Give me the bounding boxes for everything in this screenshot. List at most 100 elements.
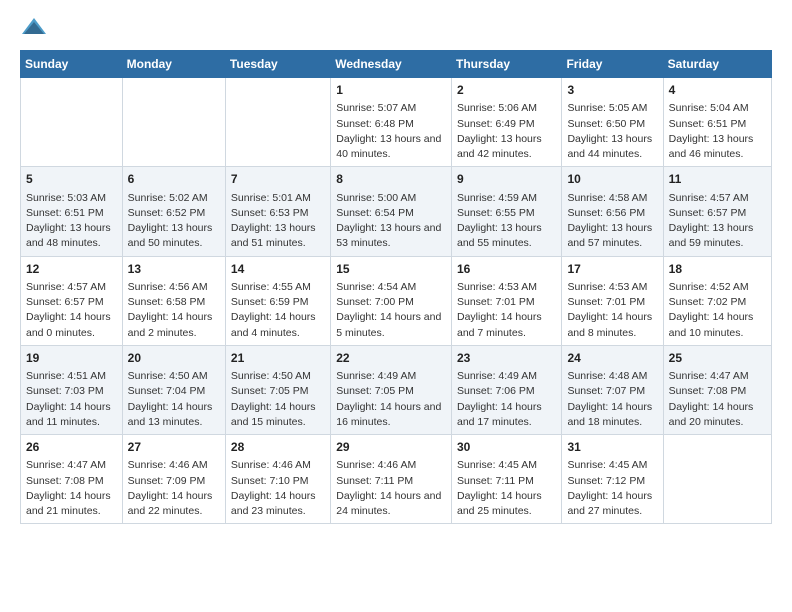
day-number: 15 [336, 261, 446, 278]
calendar-cell: 14 Sunrise: 4:55 AM Sunset: 6:59 PM Dayli… [225, 256, 330, 345]
week-row-1: 1 Sunrise: 5:07 AM Sunset: 6:48 PM Daylig… [21, 78, 772, 167]
header-friday: Friday [562, 51, 663, 78]
day-content: Sunrise: 4:59 AM Sunset: 6:55 PM Dayligh… [457, 191, 556, 252]
calendar-cell [21, 78, 123, 167]
day-number: 26 [26, 439, 117, 456]
day-content: Sunrise: 4:50 AM Sunset: 7:05 PM Dayligh… [231, 369, 325, 430]
header-monday: Monday [122, 51, 225, 78]
day-number: 29 [336, 439, 446, 456]
day-content: Sunrise: 4:57 AM Sunset: 6:57 PM Dayligh… [26, 280, 117, 341]
logo [20, 16, 50, 38]
calendar-cell: 4 Sunrise: 5:04 AM Sunset: 6:51 PM Daylig… [663, 78, 771, 167]
day-content: Sunrise: 5:04 AM Sunset: 6:51 PM Dayligh… [669, 101, 766, 162]
day-number: 16 [457, 261, 556, 278]
day-number: 11 [669, 171, 766, 188]
calendar-cell: 11Sunrise: 4:57 AM Sunset: 6:57 PM Dayli… [663, 167, 771, 256]
calendar-cell: 17 Sunrise: 4:53 AM Sunset: 7:01 PM Dayli… [562, 256, 663, 345]
day-content: Sunrise: 4:48 AM Sunset: 7:07 PM Dayligh… [567, 369, 657, 430]
header-thursday: Thursday [451, 51, 561, 78]
day-number: 14 [231, 261, 325, 278]
day-content: Sunrise: 4:51 AM Sunset: 7:03 PM Dayligh… [26, 369, 117, 430]
day-number: 25 [669, 350, 766, 367]
calendar-cell: 23Sunrise: 4:49 AM Sunset: 7:06 PM Dayli… [451, 345, 561, 434]
day-content: Sunrise: 5:06 AM Sunset: 6:49 PM Dayligh… [457, 101, 556, 162]
calendar-cell: 28 Sunrise: 4:46 AM Sunset: 7:10 PM Dayli… [225, 435, 330, 524]
day-number: 6 [128, 171, 220, 188]
calendar-cell: 31 Sunrise: 4:45 AM Sunset: 7:12 PM Dayli… [562, 435, 663, 524]
day-number: 4 [669, 82, 766, 99]
day-number: 30 [457, 439, 556, 456]
calendar-cell: 19 Sunrise: 4:51 AM Sunset: 7:03 PM Dayli… [21, 345, 123, 434]
calendar-cell: 5 Sunrise: 5:03 AM Sunset: 6:51 PM Daylig… [21, 167, 123, 256]
day-content: Sunrise: 4:45 AM Sunset: 7:11 PM Dayligh… [457, 458, 556, 519]
day-number: 9 [457, 171, 556, 188]
calendar-cell: 6 Sunrise: 5:02 AM Sunset: 6:52 PM Daylig… [122, 167, 225, 256]
calendar-cell: 15 Sunrise: 4:54 AM Sunset: 7:00 PM Dayli… [331, 256, 452, 345]
day-number: 13 [128, 261, 220, 278]
day-number: 28 [231, 439, 325, 456]
calendar-cell: 29 Sunrise: 4:46 AM Sunset: 7:11 PM Dayli… [331, 435, 452, 524]
day-content: Sunrise: 4:52 AM Sunset: 7:02 PM Dayligh… [669, 280, 766, 341]
calendar-cell: 13 Sunrise: 4:56 AM Sunset: 6:58 PM Dayli… [122, 256, 225, 345]
day-number: 31 [567, 439, 657, 456]
day-content: Sunrise: 4:46 AM Sunset: 7:11 PM Dayligh… [336, 458, 446, 519]
week-row-4: 19 Sunrise: 4:51 AM Sunset: 7:03 PM Dayli… [21, 345, 772, 434]
week-row-3: 12Sunrise: 4:57 AM Sunset: 6:57 PM Dayli… [21, 256, 772, 345]
calendar-cell: 7 Sunrise: 5:01 AM Sunset: 6:53 PM Daylig… [225, 167, 330, 256]
day-content: Sunrise: 4:45 AM Sunset: 7:12 PM Dayligh… [567, 458, 657, 519]
day-content: Sunrise: 4:49 AM Sunset: 7:05 PM Dayligh… [336, 369, 446, 430]
day-number: 8 [336, 171, 446, 188]
day-content: Sunrise: 5:01 AM Sunset: 6:53 PM Dayligh… [231, 191, 325, 252]
calendar-cell: 12Sunrise: 4:57 AM Sunset: 6:57 PM Dayli… [21, 256, 123, 345]
day-number: 7 [231, 171, 325, 188]
day-number: 2 [457, 82, 556, 99]
day-number: 5 [26, 171, 117, 188]
day-number: 23 [457, 350, 556, 367]
day-content: Sunrise: 5:03 AM Sunset: 6:51 PM Dayligh… [26, 191, 117, 252]
day-content: Sunrise: 4:47 AM Sunset: 7:08 PM Dayligh… [669, 369, 766, 430]
day-number: 18 [669, 261, 766, 278]
day-content: Sunrise: 5:05 AM Sunset: 6:50 PM Dayligh… [567, 101, 657, 162]
calendar-cell: 20Sunrise: 4:50 AM Sunset: 7:04 PM Dayli… [122, 345, 225, 434]
day-content: Sunrise: 4:46 AM Sunset: 7:09 PM Dayligh… [128, 458, 220, 519]
day-content: Sunrise: 5:02 AM Sunset: 6:52 PM Dayligh… [128, 191, 220, 252]
day-content: Sunrise: 4:50 AM Sunset: 7:04 PM Dayligh… [128, 369, 220, 430]
calendar-cell: 25 Sunrise: 4:47 AM Sunset: 7:08 PM Dayli… [663, 345, 771, 434]
logo-icon [20, 16, 48, 38]
calendar-cell: 10Sunrise: 4:58 AM Sunset: 6:56 PM Dayli… [562, 167, 663, 256]
calendar-cell: 2 Sunrise: 5:06 AM Sunset: 6:49 PM Daylig… [451, 78, 561, 167]
page-header [20, 16, 772, 42]
calendar-cell [225, 78, 330, 167]
calendar-cell [663, 435, 771, 524]
header-wednesday: Wednesday [331, 51, 452, 78]
calendar-header-row: SundayMondayTuesdayWednesdayThursdayFrid… [21, 51, 772, 78]
day-number: 22 [336, 350, 446, 367]
calendar-cell: 18 Sunrise: 4:52 AM Sunset: 7:02 PM Dayli… [663, 256, 771, 345]
day-content: Sunrise: 4:56 AM Sunset: 6:58 PM Dayligh… [128, 280, 220, 341]
day-content: Sunrise: 5:07 AM Sunset: 6:48 PM Dayligh… [336, 101, 446, 162]
day-number: 10 [567, 171, 657, 188]
day-content: Sunrise: 4:55 AM Sunset: 6:59 PM Dayligh… [231, 280, 325, 341]
day-number: 21 [231, 350, 325, 367]
calendar-cell: 1 Sunrise: 5:07 AM Sunset: 6:48 PM Daylig… [331, 78, 452, 167]
header-sunday: Sunday [21, 51, 123, 78]
calendar-cell: 16 Sunrise: 4:53 AM Sunset: 7:01 PM Dayli… [451, 256, 561, 345]
calendar-cell: 3Sunrise: 5:05 AM Sunset: 6:50 PM Daylig… [562, 78, 663, 167]
day-content: Sunrise: 4:53 AM Sunset: 7:01 PM Dayligh… [457, 280, 556, 341]
calendar-cell: 8Sunrise: 5:00 AM Sunset: 6:54 PM Daylig… [331, 167, 452, 256]
calendar-cell: 26 Sunrise: 4:47 AM Sunset: 7:08 PM Dayli… [21, 435, 123, 524]
day-number: 27 [128, 439, 220, 456]
calendar-table: SundayMondayTuesdayWednesdayThursdayFrid… [20, 50, 772, 524]
day-number: 17 [567, 261, 657, 278]
day-content: Sunrise: 4:46 AM Sunset: 7:10 PM Dayligh… [231, 458, 325, 519]
day-content: Sunrise: 4:53 AM Sunset: 7:01 PM Dayligh… [567, 280, 657, 341]
week-row-5: 26 Sunrise: 4:47 AM Sunset: 7:08 PM Dayli… [21, 435, 772, 524]
calendar-cell [122, 78, 225, 167]
calendar-cell: 9 Sunrise: 4:59 AM Sunset: 6:55 PM Daylig… [451, 167, 561, 256]
calendar-cell: 30 Sunrise: 4:45 AM Sunset: 7:11 PM Dayli… [451, 435, 561, 524]
day-number: 19 [26, 350, 117, 367]
day-number: 1 [336, 82, 446, 99]
day-content: Sunrise: 4:47 AM Sunset: 7:08 PM Dayligh… [26, 458, 117, 519]
day-content: Sunrise: 4:54 AM Sunset: 7:00 PM Dayligh… [336, 280, 446, 341]
calendar-cell: 22 Sunrise: 4:49 AM Sunset: 7:05 PM Dayli… [331, 345, 452, 434]
